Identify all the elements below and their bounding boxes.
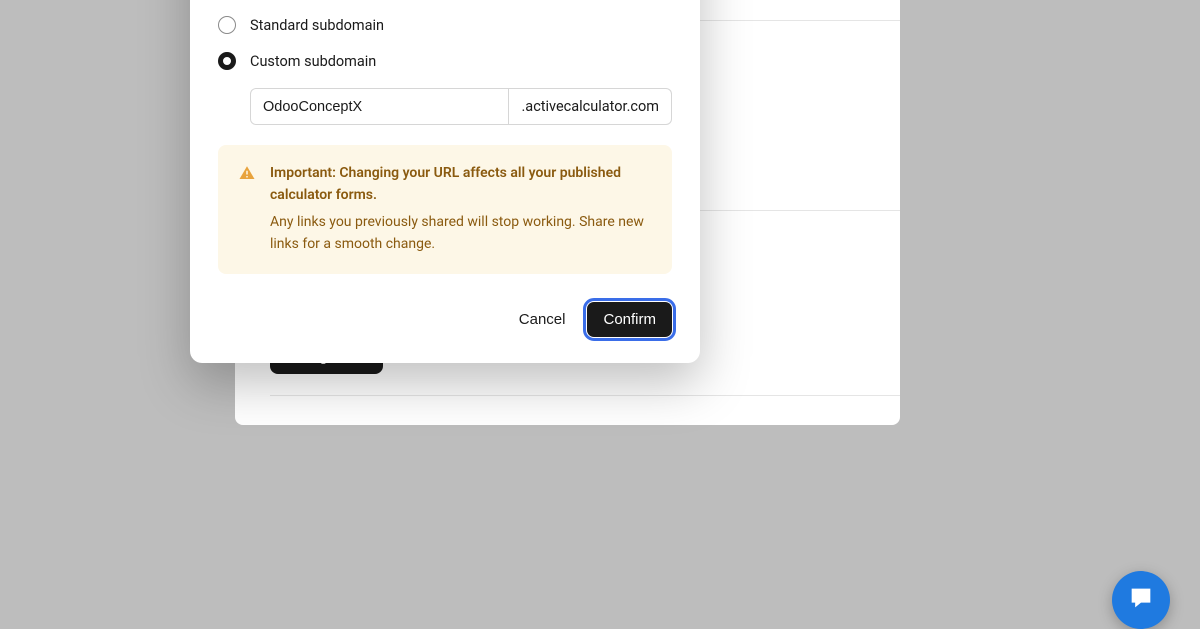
- warning-icon: [238, 164, 256, 182]
- cancel-button[interactable]: Cancel: [515, 303, 570, 336]
- change-url-modal: Standard subdomain Custom subdomain .act…: [190, 0, 700, 363]
- subdomain-suffix: .activecalculator.com: [509, 88, 672, 125]
- subdomain-input[interactable]: [250, 88, 509, 125]
- chat-icon: [1127, 584, 1155, 616]
- chat-fab[interactable]: [1112, 571, 1170, 629]
- warning-text: Important: Changing your URL affects all…: [270, 163, 652, 256]
- radio-checked-icon: [218, 52, 236, 70]
- subdomain-input-group: .activecalculator.com: [250, 88, 672, 125]
- radio-unchecked-icon: [218, 16, 236, 34]
- radio-label: Custom subdomain: [250, 53, 376, 70]
- warning-body: Any links you previously shared will sto…: [270, 212, 652, 255]
- radio-option-custom[interactable]: Custom subdomain: [218, 52, 672, 70]
- warning-alert: Important: Changing your URL affects all…: [218, 145, 672, 274]
- radio-option-standard[interactable]: Standard subdomain: [218, 16, 672, 34]
- confirm-button[interactable]: Confirm: [587, 302, 672, 337]
- radio-label: Standard subdomain: [250, 17, 384, 34]
- modal-button-row: Cancel Confirm: [218, 302, 672, 337]
- subdomain-radio-group: Standard subdomain Custom subdomain: [218, 16, 672, 70]
- divider: [270, 395, 900, 396]
- warning-title: Important: Changing your URL affects all…: [270, 163, 652, 206]
